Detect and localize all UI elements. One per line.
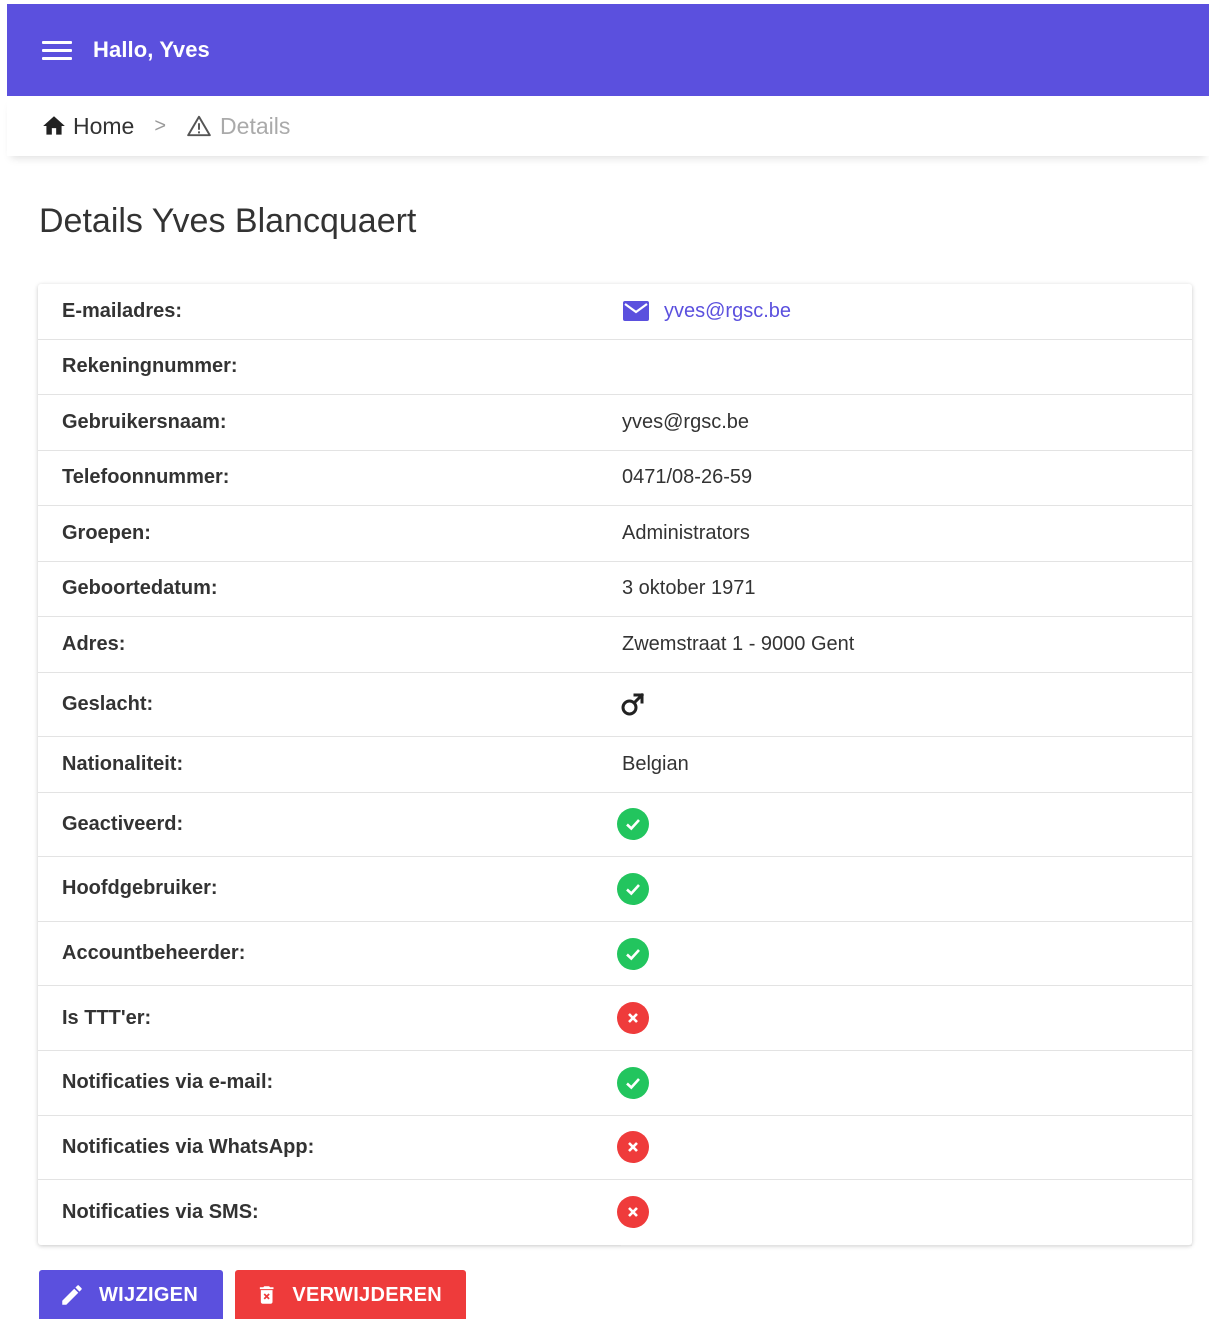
delete-button-label: VERWIJDEREN	[292, 1283, 442, 1306]
detail-label: Hoofdgebruiker:	[62, 877, 218, 900]
detail-value: Administrators	[622, 521, 750, 544]
detail-label: Adres:	[62, 632, 126, 655]
detail-row-activated: Geactiveerd:	[38, 793, 1192, 858]
pencil-icon	[62, 1285, 82, 1305]
email-link[interactable]: yves@rgsc.be	[622, 300, 791, 323]
check-circle-icon	[617, 937, 649, 970]
menu-icon[interactable]	[42, 39, 72, 61]
detail-label: Geboortedatum:	[62, 577, 218, 600]
detail-label: Groepen:	[62, 521, 151, 544]
email-value: yves@rgsc.be	[664, 299, 792, 322]
mail-icon	[623, 301, 649, 322]
male-icon	[621, 693, 645, 716]
detail-label: Rekeningnummer:	[62, 355, 238, 378]
detail-row-username: Gebruikersnaam: yves@rgsc.be	[38, 395, 1192, 451]
detail-label: Geactiveerd:	[62, 812, 184, 835]
detail-label: Notificaties via WhatsApp:	[62, 1135, 315, 1158]
breadcrumb-home[interactable]: Home	[41, 113, 134, 140]
action-bar: WIJZIGEN VERWIJDEREN	[39, 1270, 466, 1319]
detail-label: E-mailadres:	[62, 299, 183, 322]
check-circle-icon	[617, 808, 649, 841]
detail-label: Nationaliteit:	[62, 752, 184, 775]
detail-row-main-user: Hoofdgebruiker:	[38, 857, 1192, 922]
detail-row-address: Adres: Zwemstraat 1 - 9000 Gent	[38, 617, 1192, 673]
page-title: Details Yves Blancquaert	[39, 202, 417, 240]
detail-label: Notificaties via SMS:	[62, 1200, 259, 1223]
detail-row-notify-sms: Notificaties via SMS:	[38, 1180, 1192, 1246]
detail-row-nationality: Nationaliteit: Belgian	[38, 737, 1192, 793]
detail-row-account-manager: Accountbeheerder:	[38, 922, 1192, 987]
breadcrumb-current: Details	[186, 113, 290, 140]
detail-row-notify-whatsapp: Notificaties via WhatsApp:	[38, 1116, 1192, 1181]
warning-icon	[187, 115, 211, 137]
detail-value: 3 oktober 1971	[622, 577, 756, 600]
detail-row-birthdate: Geboortedatum: 3 oktober 1971	[38, 562, 1192, 617]
breadcrumb-home-label: Home	[73, 112, 135, 139]
detail-label: Accountbeheerder:	[62, 942, 246, 965]
trash-icon	[259, 1286, 274, 1304]
detail-row-email: E-mailadres: yves@rgsc.be	[38, 284, 1192, 340]
detail-value: Belgian	[622, 752, 689, 775]
detail-row-phone: Telefoonnummer: 0471/08-26-59	[38, 451, 1192, 506]
app-bar: Hallo, Yves	[7, 4, 1209, 96]
edit-button[interactable]: WIJZIGEN	[39, 1270, 223, 1319]
detail-row-notify-email: Notificaties via e-mail:	[38, 1051, 1192, 1116]
breadcrumb-current-label: Details	[220, 112, 291, 139]
edit-button-label: WIJZIGEN	[99, 1283, 199, 1306]
detail-value: Zwemstraat 1 - 9000 Gent	[622, 632, 855, 655]
cross-circle-icon	[617, 1131, 649, 1164]
cross-circle-icon	[617, 1196, 649, 1229]
detail-row-gender: Geslacht:	[38, 673, 1192, 738]
detail-row-ttt: Is TTT'er:	[38, 986, 1192, 1051]
greeting: Hallo, Yves	[93, 37, 210, 62]
delete-button[interactable]: VERWIJDEREN	[235, 1270, 466, 1319]
detail-label: Is TTT'er:	[62, 1006, 152, 1029]
detail-label: Telefoonnummer:	[62, 466, 230, 489]
detail-label: Geslacht:	[62, 692, 154, 715]
breadcrumb: Home > Details	[7, 96, 1209, 156]
check-circle-icon	[617, 1066, 649, 1099]
check-circle-icon	[617, 872, 649, 905]
divider	[621, 1244, 1192, 1246]
page: Hallo, Yves Home > Details Details Yves …	[0, 0, 1209, 1319]
detail-row-groups: Groepen: Administrators	[38, 506, 1192, 562]
breadcrumb-separator: >	[154, 114, 167, 137]
detail-value: yves@rgsc.be	[622, 410, 750, 433]
detail-row-account-number: Rekeningnummer:	[38, 340, 1192, 395]
cross-circle-icon	[617, 1002, 649, 1035]
detail-value: 0471/08-26-59	[622, 466, 753, 489]
detail-label: Gebruikersnaam:	[62, 410, 227, 433]
details-card: E-mailadres: yves@rgsc.be Rekeningnummer…	[38, 284, 1192, 1246]
detail-label: Notificaties via e-mail:	[62, 1071, 274, 1094]
home-icon	[43, 116, 65, 135]
